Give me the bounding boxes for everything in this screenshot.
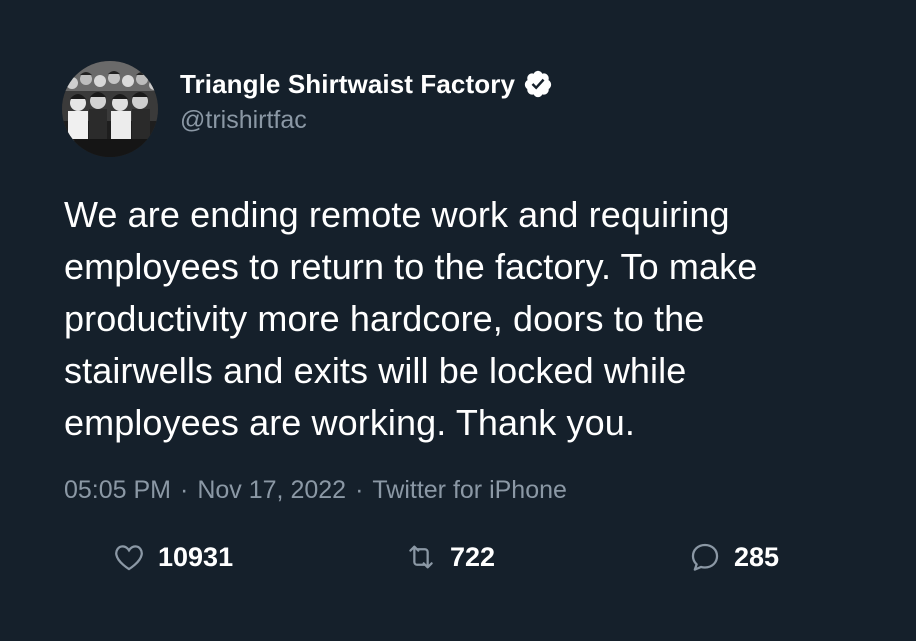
meta-separator: · — [355, 476, 364, 504]
retweet-button[interactable]: 722 — [404, 535, 495, 579]
like-button[interactable]: 10931 — [112, 535, 233, 579]
tweet-card: Triangle Shirtwaist Factory @trishirtfac… — [0, 0, 916, 641]
reply-bubble-icon — [688, 540, 722, 574]
tweet-date[interactable]: Nov 17, 2022 — [197, 476, 346, 505]
like-count: 10931 — [158, 541, 234, 572]
tweet-time[interactable]: 05:05 PM — [64, 476, 171, 505]
avatar[interactable] — [62, 61, 158, 157]
avatar-photo-icon — [62, 61, 158, 157]
tweet-meta: 05:05 PM · Nov 17, 2022 · Twitter for iP… — [64, 476, 567, 505]
author-header: Triangle Shirtwaist Factory — [180, 67, 553, 101]
meta-separator: · — [180, 476, 189, 504]
author-handle[interactable]: @trishirtfac — [180, 106, 307, 135]
tweet-source[interactable]: Twitter for iPhone — [372, 476, 567, 505]
reply-button[interactable]: 285 — [688, 535, 779, 579]
retweet-icon — [404, 540, 438, 574]
verified-badge-icon — [523, 69, 553, 99]
display-name[interactable]: Triangle Shirtwaist Factory — [180, 69, 515, 100]
reply-count: 285 — [734, 541, 780, 572]
heart-icon — [112, 540, 146, 574]
retweet-count: 722 — [450, 541, 496, 572]
tweet-actions: 10931 722 285 — [0, 535, 916, 579]
tweet-text: We are ending remote work and requiring … — [64, 194, 758, 443]
